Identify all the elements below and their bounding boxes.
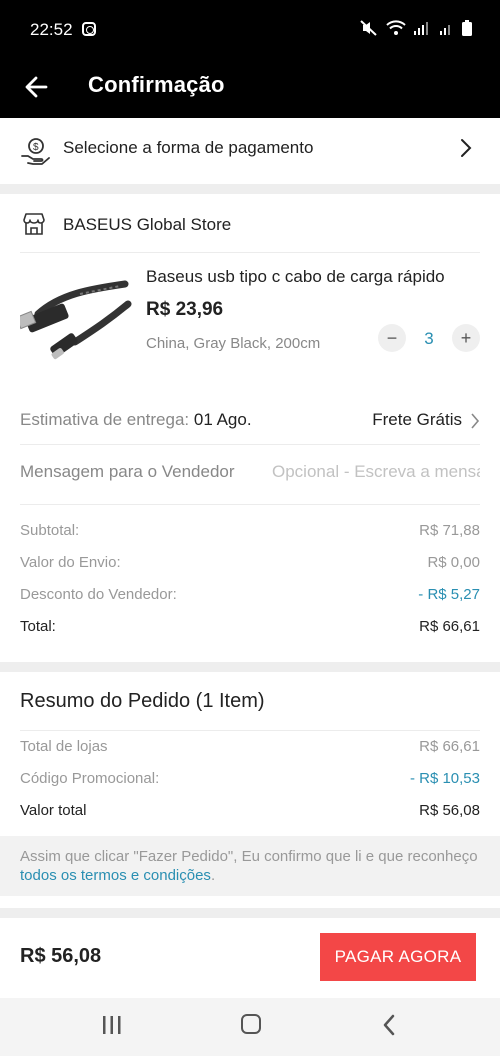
status-time: 22:52 (30, 20, 73, 39)
chevron-right-icon (460, 138, 472, 158)
shipping-cost-row: Valor do Envio: R$ 0,00 (20, 554, 480, 578)
store-name[interactable]: BASEUS Global Store (63, 215, 231, 235)
payment-method-row[interactable]: $ Selecione a forma de pagamento (0, 118, 500, 184)
store-total-label: Total: (20, 618, 56, 635)
order-summary-title: Resumo do Pedido (1 Item) (20, 690, 265, 712)
recent-apps-icon[interactable] (102, 1016, 122, 1034)
store-total-row: Total: R$ 66,61 (20, 618, 480, 642)
order-summary-card: Resumo do Pedido (1 Item) Total de lojas… (0, 672, 500, 908)
stores-total-row: Total de lojas R$ 66,61 (20, 738, 480, 762)
chevron-right-icon (470, 412, 480, 430)
delivery-row[interactable]: Estimativa de entrega: 01 Ago. Frete Grá… (20, 410, 480, 440)
promo-code-row[interactable]: Código Promocional: - R$ 10,53 (20, 770, 480, 794)
stores-total-value: R$ 66,61 (419, 738, 480, 755)
system-navigation-bar (0, 998, 500, 1056)
shipping-option[interactable]: Frete Grátis (372, 410, 462, 430)
promo-code-label: Código Promocional: (20, 770, 160, 787)
grand-total-row: Valor total R$ 56,08 (20, 802, 480, 826)
terms-notice: Assim que clicar "Fazer Pedido", Eu conf… (0, 836, 500, 896)
store-total-value: R$ 66,61 (419, 618, 480, 635)
battery-icon (462, 20, 472, 41)
divider (20, 252, 480, 253)
promo-code-value: - R$ 10,53 (409, 770, 480, 787)
seller-message-label: Mensagem para o Vendedor (20, 462, 235, 481)
seller-message-input[interactable] (272, 462, 480, 482)
quantity-decrease-button[interactable]: − (378, 324, 406, 352)
subtotal-value: R$ 71,88 (419, 522, 480, 539)
instagram-notification-icon (82, 22, 96, 36)
seller-discount-value: - R$ 5,27 (418, 586, 480, 603)
home-icon[interactable] (241, 1014, 261, 1034)
product-price: R$ 23,96 (146, 299, 224, 320)
app-bar: Confirmação (0, 60, 500, 118)
quantity-increase-button[interactable]: + (452, 324, 480, 352)
signal-2-icon (440, 21, 454, 40)
divider (20, 730, 480, 731)
stores-total-label: Total de lojas (20, 738, 108, 755)
terms-text: Assim que clicar "Fazer Pedido", Eu conf… (20, 848, 478, 865)
mute-icon (360, 20, 378, 41)
store-card: BASEUS Global Store Baseus usb tipo c ca… (0, 194, 500, 662)
divider (20, 444, 480, 445)
subtotal-label: Subtotal: (20, 522, 80, 539)
page-title: Confirmação (88, 72, 225, 97)
delivery-label: Estimativa de entrega: (20, 410, 190, 429)
wifi-icon (386, 20, 406, 41)
seller-discount-row: Desconto do Vendedor: - R$ 5,27 (20, 586, 480, 610)
shipping-cost-value: R$ 0,00 (427, 554, 480, 571)
subtotal-row: Subtotal: R$ 71,88 (20, 522, 480, 546)
nav-back-icon[interactable] (382, 1014, 396, 1036)
terms-link[interactable]: todos os termos e condições (20, 867, 211, 884)
grand-total-label: Valor total (20, 802, 87, 819)
seller-message-row: Mensagem para o Vendedor (20, 462, 480, 492)
store-icon (22, 212, 46, 236)
seller-discount-label: Desconto do Vendedor: (20, 586, 177, 603)
quantity-value: 3 (424, 329, 434, 348)
checkout-total: R$ 56,08 (20, 945, 102, 967)
payment-hand-icon: $ (20, 136, 50, 165)
delivery-date: 01 Ago. (193, 410, 252, 429)
signal-icon (414, 21, 432, 40)
pay-now-button[interactable]: PAGAR AGORA (320, 933, 476, 981)
divider (20, 504, 480, 505)
product-image[interactable] (15, 264, 132, 364)
checkout-bar: R$ 56,08 PAGAR AGORA (0, 918, 500, 998)
product-variant: China, Gray Black, 200cm (146, 335, 321, 352)
grand-total-value: R$ 56,08 (419, 802, 480, 819)
shipping-cost-label: Valor do Envio: (20, 554, 121, 571)
product-title[interactable]: Baseus usb tipo c cabo de carga rápido (146, 267, 476, 287)
payment-method-label: Selecione a forma de pagamento (63, 138, 314, 157)
terms-end: . (210, 867, 216, 884)
status-bar: 22:52 (0, 0, 500, 60)
status-icons (360, 20, 472, 41)
svg-text:$: $ (33, 142, 39, 153)
back-arrow-icon[interactable] (22, 72, 52, 102)
